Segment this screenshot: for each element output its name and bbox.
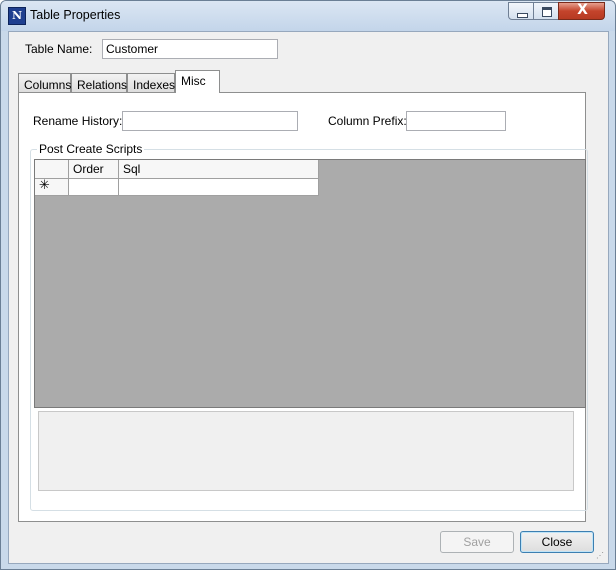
table-name-label: Table Name: <box>25 42 93 56</box>
table-properties-window: N Table Properties X Table Name: Columns… <box>0 0 616 570</box>
column-prefix-label: Column Prefix: <box>328 114 407 128</box>
title-bar[interactable]: N Table Properties X <box>1 1 615 31</box>
post-create-scripts-group: Post Create Scripts Order Sql ✳ <box>30 142 588 511</box>
close-button[interactable]: Close <box>520 531 594 553</box>
rename-history-input[interactable] <box>122 111 298 131</box>
post-create-scripts-legend: Post Create Scripts <box>37 142 145 156</box>
grid-row-header-corner[interactable] <box>35 160 69 179</box>
table-name-input[interactable] <box>102 39 278 59</box>
script-text-area[interactable] <box>38 411 574 491</box>
grid-column-header-sql[interactable]: Sql <box>119 160 319 179</box>
dialog-body: Table Name: Columns Relations Indexes Mi… <box>8 31 609 564</box>
grid-column-header-order[interactable]: Order <box>69 160 119 179</box>
grid-cell-order[interactable] <box>69 179 119 196</box>
resize-grip-icon[interactable]: ⋰ <box>596 551 606 561</box>
column-prefix-input[interactable] <box>406 111 506 131</box>
post-create-scripts-grid[interactable]: Order Sql ✳ <box>34 159 586 408</box>
close-window-button[interactable]: X <box>558 2 605 20</box>
app-icon: N <box>8 7 26 25</box>
tab-relations[interactable]: Relations <box>71 73 127 93</box>
tab-indexes[interactable]: Indexes <box>127 73 175 93</box>
minimize-icon <box>517 13 528 18</box>
grid-new-row-header[interactable]: ✳ <box>35 178 69 196</box>
rename-history-label: Rename History: <box>33 114 123 128</box>
maximize-icon <box>542 7 552 17</box>
minimize-button[interactable] <box>508 2 534 20</box>
new-row-icon: ✳ <box>39 178 50 193</box>
grid-cell-sql[interactable] <box>119 179 319 196</box>
close-icon: X <box>577 2 588 18</box>
misc-tab-page: Rename History: Column Prefix: Post Crea… <box>18 92 588 522</box>
window-title: Table Properties <box>30 8 121 22</box>
save-button[interactable]: Save <box>440 531 514 553</box>
maximize-button[interactable] <box>533 2 559 20</box>
tab-misc[interactable]: Misc <box>175 70 220 93</box>
tab-columns[interactable]: Columns <box>18 73 71 93</box>
